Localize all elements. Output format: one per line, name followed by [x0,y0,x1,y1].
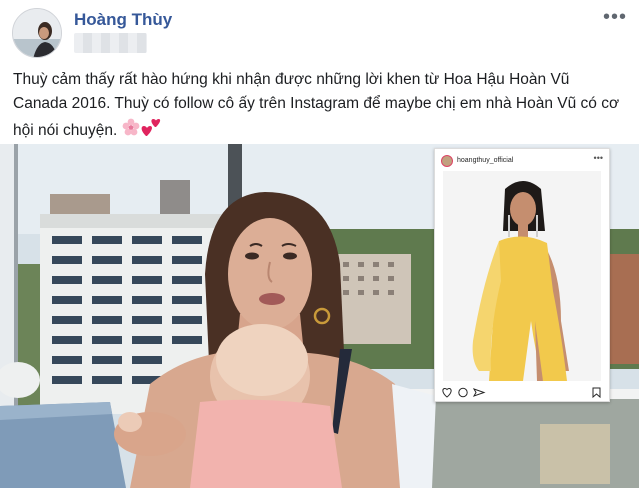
author-name[interactable]: Hoàng Thùy [74,10,172,30]
instagram-post-card[interactable]: hoangthuy_official ••• [434,148,610,402]
more-options-button[interactable]: ••• [603,7,627,27]
instagram-username[interactable]: hoangthuy_official [457,155,513,167]
ig-share-icon [472,388,486,397]
post-meta-blurred [74,33,147,53]
caption-text: Thuỳ cảm thấy rất hào hứng khi nhận được… [13,71,620,140]
more-icon: ••• [602,6,627,28]
instagram-actions [441,385,603,399]
post-photo[interactable]: hoangthuy_official ••• [0,144,639,488]
post-header: Hoàng Thùy ••• [0,0,639,62]
blossom-emoji [122,118,140,144]
instagram-avatar[interactable] [441,155,453,167]
ig-heart-icon [442,387,452,398]
ig-bookmark-icon [592,387,601,399]
ig-comment-icon [458,387,468,398]
heart-emoji [140,116,162,146]
instagram-photo[interactable] [443,171,601,381]
instagram-more-icon[interactable]: ••• [594,153,603,163]
post-caption: Thuỳ cảm thấy rất hào hứng khi nhận được… [13,68,628,146]
author-avatar[interactable] [12,8,62,58]
